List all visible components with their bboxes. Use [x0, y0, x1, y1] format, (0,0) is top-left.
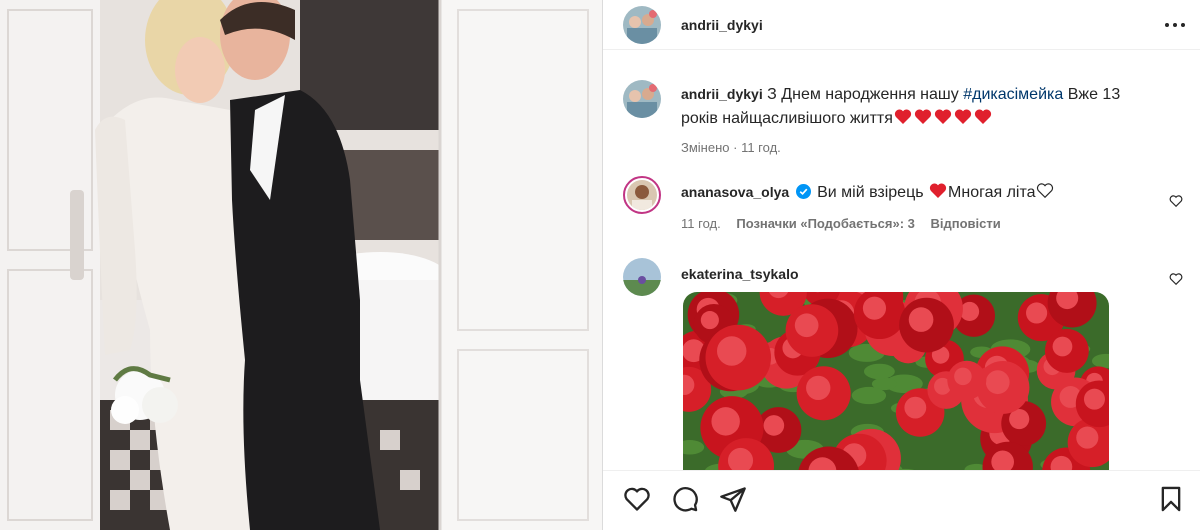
commenter-username[interactable]: ananasova_olya [681, 184, 789, 200]
red-heart-emoji-icon [974, 109, 991, 124]
action-bar [603, 470, 1200, 530]
edited-time[interactable]: 11 год. [741, 140, 781, 155]
comment-text-2: Многая літа [948, 184, 1036, 201]
more-dots-icon[interactable] [1164, 14, 1186, 36]
comment-likes[interactable]: Позначки «Подобається»: 3 [736, 216, 915, 231]
caption-hearts [893, 109, 993, 127]
comment-like-heart-icon[interactable] [1169, 272, 1183, 286]
commenter-avatar[interactable] [623, 176, 661, 214]
caption-author-avatar[interactable] [623, 80, 661, 118]
white-heart-emoji-icon [1036, 183, 1053, 199]
verified-badge-icon [795, 184, 811, 199]
edited-label: Змінено [681, 140, 730, 155]
author-username[interactable]: andrii_dykyi [681, 17, 763, 33]
author-avatar[interactable] [623, 6, 661, 44]
paper-plane-icon[interactable] [719, 485, 747, 513]
red-heart-emoji-icon [954, 109, 971, 124]
wedding-photo-image [0, 0, 602, 530]
caption-meta: Змінено · 11 год. [681, 140, 781, 155]
commenter-avatar[interactable] [623, 258, 661, 296]
post-header: andrii_dykyi [603, 0, 1200, 50]
caption-text: З Днем народження нашу [767, 86, 964, 103]
comment-time[interactable]: 11 год. [681, 216, 721, 231]
comment-image-roses[interactable] [683, 292, 1109, 470]
comment-text: Ви мій взірець [817, 184, 929, 201]
caption-hashtag[interactable]: #дикасімейка [963, 86, 1063, 103]
red-heart-emoji-icon [914, 109, 931, 124]
post-details-panel: andrii_dykyi andrii_dykyi З Днем народже… [602, 0, 1200, 530]
red-heart-emoji-icon [894, 109, 911, 124]
bookmark-icon[interactable] [1157, 485, 1185, 513]
heart-outline-icon[interactable] [623, 485, 651, 513]
comment-like-heart-icon[interactable] [1169, 194, 1183, 208]
commenter-username[interactable]: ekaterina_tsykalo [681, 266, 799, 282]
caption-author-username[interactable]: andrii_dykyi [681, 86, 763, 102]
red-heart-emoji-icon [934, 109, 951, 124]
post-photo[interactable] [0, 0, 602, 530]
comment: ananasova_olya Ви мій взірець Многая літ… [623, 176, 1183, 236]
caption: andrii_dykyi З Днем народження нашу #дик… [623, 80, 1183, 160]
reply-button[interactable]: Відповісти [931, 216, 1001, 231]
red-heart-emoji-icon [929, 183, 947, 198]
comment-bubble-icon[interactable] [671, 485, 699, 513]
comments-list[interactable]: andrii_dykyi З Днем народження нашу #дик… [603, 50, 1200, 470]
